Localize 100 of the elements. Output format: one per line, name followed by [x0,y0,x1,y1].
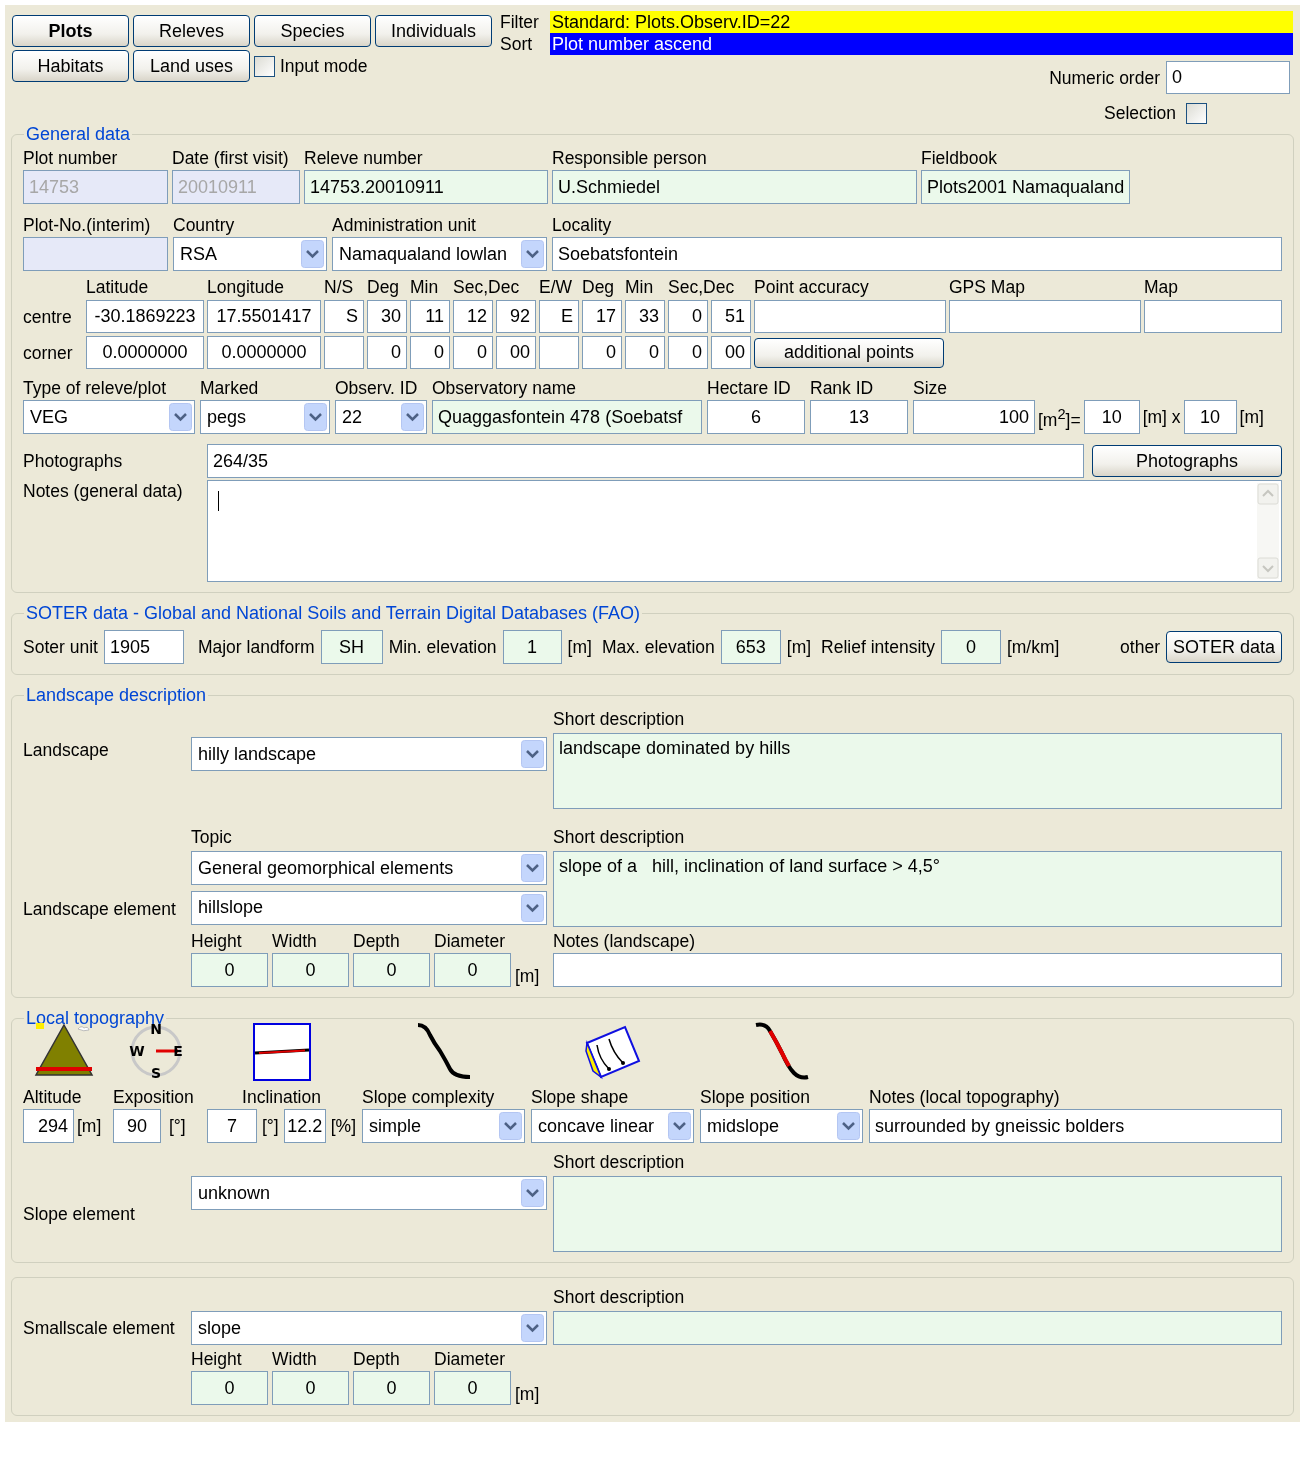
dropdown[interactable]: midslope [700,1109,864,1143]
checkbox[interactable] [1186,102,1207,124]
dropdown[interactable]: 22 [335,400,427,434]
text-field[interactable]: 0 [191,953,268,987]
text-field[interactable]: 0.0000000 [86,336,204,369]
dropdown[interactable]: slope [191,1311,547,1345]
text-field[interactable]: 92 [496,300,536,333]
text-field[interactable]: 0 [453,336,493,369]
dropdown[interactable]: VEG [23,400,195,434]
text-field[interactable]: 14753.20010911 [304,170,548,204]
text-field[interactable]: 30 [367,300,407,333]
text-field[interactable]: 0 [272,1371,349,1405]
field-label: Selection [1104,102,1176,124]
nav-button[interactable]: Species [254,15,371,47]
field-label: Locality [552,214,613,236]
additional-points-button[interactable]: additional points [754,337,944,368]
field-label: Min. elevation [388,636,497,658]
text-field[interactable]: Plots2001 Namaqualand [921,170,1131,204]
text-field[interactable]: 0 [940,630,1001,664]
text-field[interactable]: 00 [496,336,536,369]
text-field[interactable]: 0 [353,953,430,987]
text-field[interactable]: 0 [434,953,511,987]
nav-button[interactable]: Releves [133,15,250,47]
text-field[interactable] [553,953,1282,987]
text-field[interactable] [1144,300,1282,333]
text-field[interactable]: surrounded by gneissic bolders [869,1109,1282,1143]
text-field[interactable]: 264/35 [207,444,1084,478]
text-field[interactable]: 17 [582,300,622,333]
scroll-down-icon[interactable] [1257,557,1279,579]
description-field[interactable] [553,1311,1282,1345]
text-field[interactable]: 0 [668,336,708,369]
notes-field[interactable] [207,480,1282,582]
dropdown[interactable]: simple [362,1109,526,1143]
text-field[interactable]: 0 [582,336,622,369]
nav-button[interactable]: Individuals [375,15,492,47]
text-field[interactable]: 294 [23,1109,74,1143]
field-label: Sort [500,33,534,55]
text-field[interactable]: 0 [434,1371,511,1405]
text-field[interactable]: 1 [502,630,562,664]
soter-data-button[interactable]: SOTER data [1166,631,1282,663]
checkbox[interactable] [254,55,275,77]
text-field[interactable]: 1905 [103,630,184,664]
text-field[interactable]: 100 [913,400,1035,434]
text-field[interactable]: 12.2 [283,1109,326,1143]
text-field[interactable]: 0.0000000 [207,336,321,369]
field-label: Relief intensity [821,636,935,658]
text-field[interactable]: SH [320,630,383,664]
text-field[interactable]: 0 [625,336,665,369]
field-label: Fieldbook [921,147,998,169]
description-field[interactable] [553,1176,1282,1252]
dropdown[interactable]: concave linear [531,1109,695,1143]
scrollbar[interactable] [1257,483,1279,579]
text-field[interactable]: 0 [410,336,450,369]
dropdown[interactable]: General geomorphical elements [191,851,547,885]
text-field[interactable]: 12 [453,300,493,333]
unit-label: [m] [567,636,592,658]
scroll-up-icon[interactable] [1257,483,1279,505]
text-field[interactable]: 13 [810,400,908,434]
description-field[interactable]: landscape dominated by hills [553,733,1282,809]
field-label: Notes (general data) [23,480,184,502]
text-field[interactable] [949,300,1141,333]
text-field[interactable]: 90 [113,1109,161,1143]
dropdown[interactable]: Namaqualand lowlan [332,237,547,271]
text-field[interactable]: 17.5501417 [207,300,321,333]
text-field[interactable]: Quaggasfontein 478 (Soebatsf [432,400,702,434]
photographs-button[interactable]: Photographs [1092,445,1282,477]
text-field[interactable]: 7 [207,1109,257,1143]
text-field[interactable]: 00 [711,336,751,369]
nav-button[interactable]: Plots [12,15,129,47]
text-field[interactable]: 6 [707,400,805,434]
text-field[interactable]: -30.1869223 [86,300,204,333]
text-field[interactable] [539,336,579,369]
text-field[interactable]: 0 [191,1371,268,1405]
text-field[interactable]: 10 [1083,400,1140,434]
text-field[interactable]: S [324,300,364,333]
text-field[interactable]: 0 [668,300,708,333]
text-field[interactable]: 51 [711,300,751,333]
dropdown[interactable]: hillslope [191,890,547,925]
section-title: SOTER data - Global and National Soils and Terrain Digital Databases (FAO) [25,603,641,624]
text-cursor [218,491,219,511]
text-field[interactable]: 0 [272,953,349,987]
text-field[interactable]: 0 [353,1371,430,1405]
text-field[interactable]: U.Schmiedel [552,170,917,204]
text-field[interactable]: E [539,300,579,333]
text-field[interactable] [324,336,364,369]
text-field[interactable]: 10 [1183,400,1237,434]
text-field[interactable]: 11 [410,300,450,333]
nav-button[interactable]: Habitats [12,50,129,82]
dropdown[interactable]: hilly landscape [191,737,547,771]
description-field[interactable]: slope of a hill, inclination of land surface > 4,5° [553,851,1282,927]
text-field[interactable]: 0 [367,336,407,369]
text-field[interactable]: 0 [1166,61,1290,94]
dropdown[interactable]: unknown [191,1176,547,1210]
dropdown[interactable]: pegs [200,400,330,434]
nav-button[interactable]: Land uses [133,50,250,82]
dropdown[interactable]: RSA [173,237,327,271]
text-field[interactable]: Soebatsfontein [552,237,1282,271]
text-field[interactable]: 653 [720,630,781,664]
text-field[interactable]: 33 [625,300,665,333]
text-field[interactable] [754,300,946,333]
